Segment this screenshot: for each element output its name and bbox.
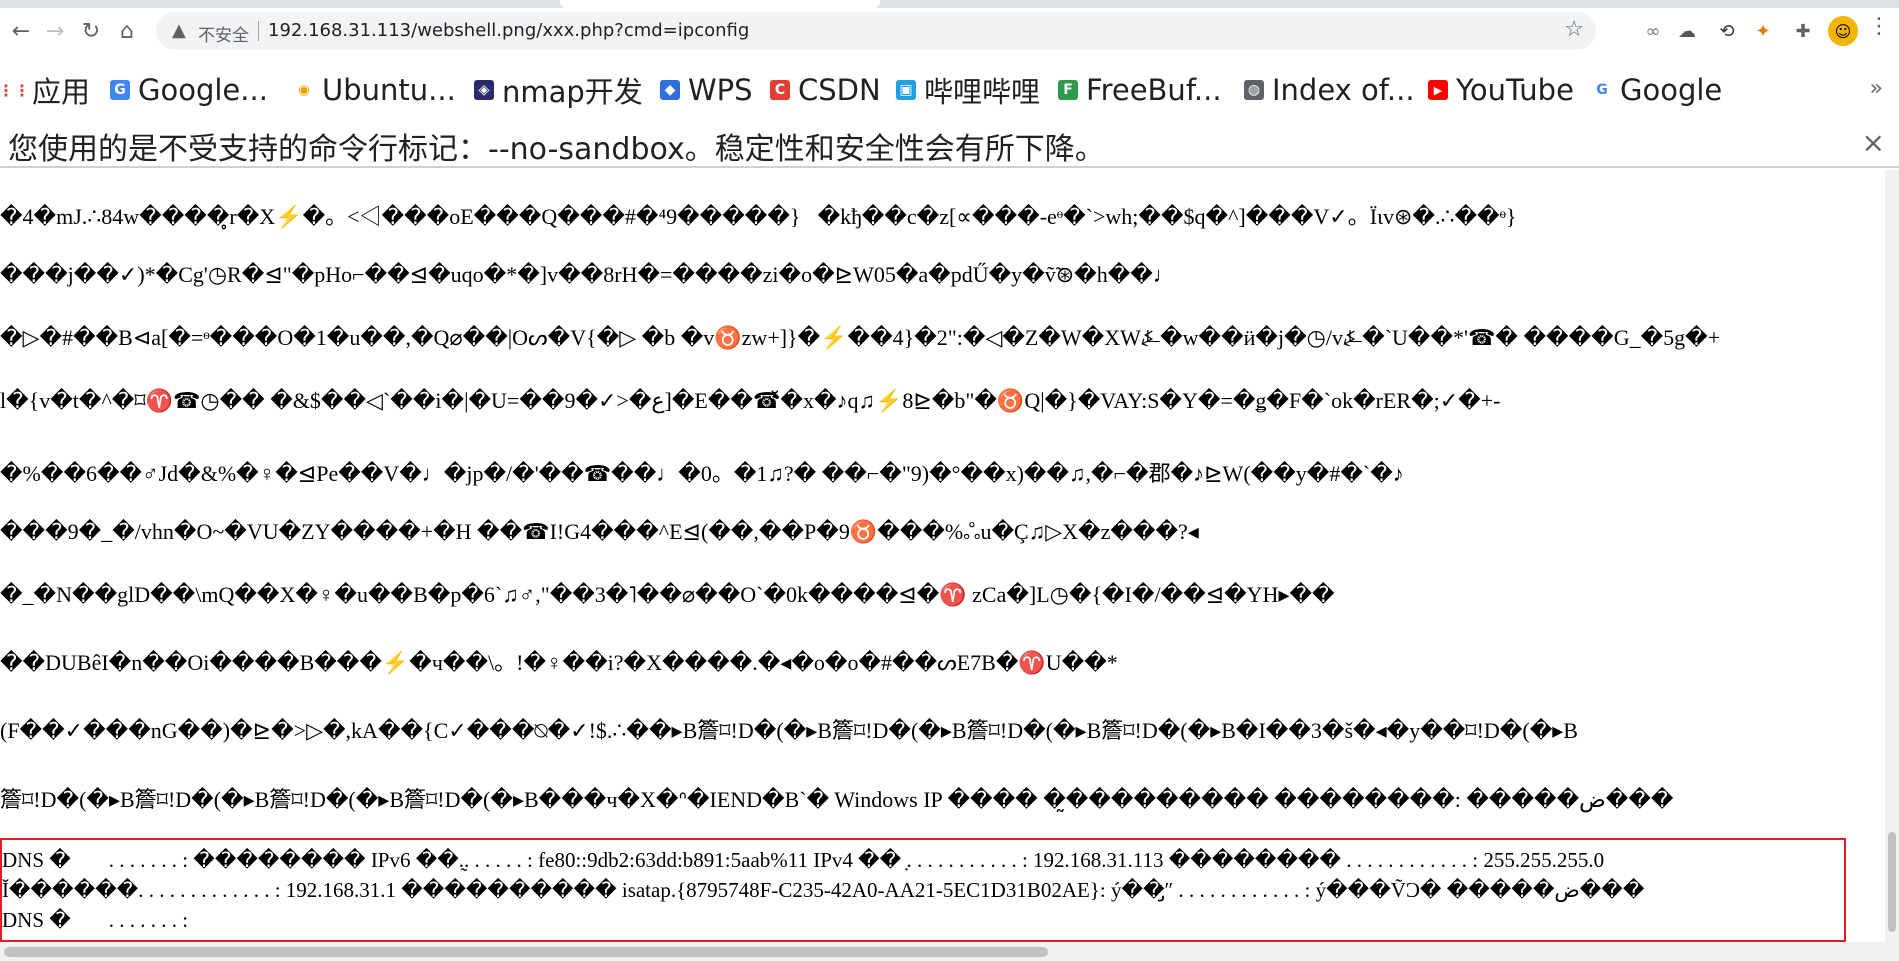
- garbled-output-line: �▷�#��B⊲a[�=ᶱ���O�1�u��,�Q⌀��|Oᔕ�V{�▷ �b…: [0, 325, 1721, 350]
- ipconfig-output-line: Ĭ������. . . . . . . . . . . . . : 192.1…: [2, 878, 1645, 902]
- forward-icon[interactable]: →: [38, 14, 72, 48]
- sandbox-warning-infobar: 您使用的是不受支持的命令行标记：--no-sandbox。稳定性和安全性会有所下…: [0, 122, 1899, 168]
- bookmark-label: YouTube: [1456, 73, 1574, 107]
- vertical-scrollbar[interactable]: [1885, 170, 1899, 942]
- extension-icon-2[interactable]: ☁: [1674, 18, 1700, 44]
- bookmark-label: 应用: [32, 75, 91, 109]
- reload-icon[interactable]: ↻: [74, 14, 108, 48]
- tab-strip: [0, 0, 1899, 8]
- bookmark-ubuntu[interactable]: ◉ Ubuntu...: [294, 72, 456, 108]
- back-icon[interactable]: ←: [4, 14, 38, 48]
- bookmark-label: CSDN: [798, 73, 881, 107]
- close-icon[interactable]: ×: [1862, 126, 1885, 159]
- home-icon[interactable]: ⌂: [110, 14, 144, 48]
- google-translate-icon: G: [110, 80, 130, 100]
- bookmark-star-icon[interactable]: ☆: [1564, 17, 1584, 42]
- garbled-output-line: �%��6��♂Jd�&%�♀�⊴Pe��V�♩�jp�/�'��☎��♩�0。…: [0, 461, 1404, 486]
- csdn-icon: C: [770, 80, 790, 100]
- more-bookmarks-chevron-icon[interactable]: »: [1870, 76, 1883, 101]
- garbled-output-line: ���j��✓)*�Cg'◷R�⊴"�pHo⌐��⊴�uqo�*�]v��8rH…: [0, 262, 1175, 287]
- infobar-message: 您使用的是不受支持的命令行标记：--no-sandbox。稳定性和安全性会有所下…: [8, 132, 1105, 167]
- ipconfig-highlight-box: DNS ��⃝ . . . . . . . : �������� IPv6 ��…: [0, 838, 1846, 942]
- address-bar[interactable]: ▲ 不安全 192.168.31.113/webshell.png/xxx.ph…: [156, 12, 1596, 50]
- bookmark-nmap[interactable]: ◈ nmap开发: [474, 72, 643, 109]
- bookmark-google[interactable]: G Google: [1592, 72, 1722, 108]
- bookmark-freebuf[interactable]: F FreeBuf...: [1058, 72, 1222, 108]
- garbled-output-line: 簷⌑!D�(�▸B簷⌑!D�(�▸B簷⌑!D�(�▸B簷⌑!D�(�▸B���ч…: [0, 787, 1674, 812]
- bookmark-label: Google: [1620, 73, 1723, 107]
- horizontal-scrollbar[interactable]: [0, 942, 1899, 961]
- bookmark-google-translate[interactable]: G Google...: [110, 72, 268, 108]
- garbled-output-line: (F��✓���nG��)�⊵�>▷�,kA��{C✓���⍉�✓!$.∴��▸…: [0, 718, 1578, 743]
- bookmark-apps[interactable]: ⋮⋮ 应用: [0, 72, 91, 109]
- bookmark-csdn[interactable]: C CSDN: [770, 72, 881, 108]
- garbled-output-line: ��DUBêI�n��Oi����B���⚡�ч��\。!�♀��i?�X���…: [0, 650, 1118, 675]
- garbled-output-line: l�{v�t�^�⌑♈☎◷�� �&$��◁`��i�|�U=��9�✓>�ع]…: [0, 388, 1501, 413]
- apps-grid-icon: ⋮⋮: [0, 80, 30, 100]
- bookmark-label: FreeBuf...: [1086, 73, 1222, 107]
- bookmark-label: WPS: [688, 73, 753, 107]
- browser-toolbar: ← → ↻ ⌂ ▲ 不安全 192.168.31.113/webshell.pn…: [0, 0, 1899, 60]
- bookmark-label: Ubuntu...: [322, 73, 456, 107]
- extension-icon-4[interactable]: ✦: [1750, 18, 1776, 44]
- bilibili-tv-icon: ▣: [896, 80, 916, 100]
- bookmark-youtube[interactable]: ▶ YouTube: [1428, 72, 1574, 108]
- horizontal-scrollbar-thumb[interactable]: [4, 947, 1048, 957]
- extensions-puzzle-icon[interactable]: ✚: [1790, 18, 1816, 44]
- bookmark-label: Google...: [138, 73, 268, 107]
- youtube-play-icon: ▶: [1428, 80, 1448, 100]
- bookmark-label: Index of...: [1272, 73, 1415, 107]
- extension-icon-1[interactable]: ∞: [1640, 18, 1666, 44]
- address-divider: [258, 21, 259, 41]
- globe-icon: ◍: [1244, 80, 1264, 100]
- insecure-label[interactable]: 不安全: [198, 21, 249, 46]
- page-content: �4�mJ.∴84w����̥r�X⚡�。<◁���oE���Q���#�⁴9�…: [0, 170, 1885, 942]
- bookmark-bilibili[interactable]: ▣ 哔哩哔哩: [896, 72, 1041, 109]
- ubuntu-icon: ◉: [297, 82, 311, 98]
- ipconfig-output-line: DNS ��⃝ . . . . . . . :: [2, 908, 189, 932]
- garbled-output-line: �4�mJ.∴84w����̥r�X⚡�。<◁���oE���Q���#�⁴9�…: [0, 204, 1517, 229]
- ipconfig-output-line: DNS ��⃝ . . . . . . . : �������� IPv6 ��…: [2, 848, 1605, 872]
- security-warning-icon[interactable]: ▲: [172, 20, 186, 41]
- bookmark-label: nmap开发: [502, 75, 643, 109]
- vertical-scrollbar-thumb[interactable]: [1888, 832, 1896, 932]
- freebuf-icon: F: [1058, 80, 1078, 100]
- active-tab[interactable]: [560, 0, 880, 8]
- bookmark-label: 哔哩哔哩: [924, 75, 1041, 109]
- google-g-icon: G: [1596, 82, 1608, 98]
- profile-avatar-icon[interactable]: ☺: [1828, 16, 1858, 46]
- garbled-output-line: ���9�_�/vhn�O~�VU�ZY����+�H ��☎I!G4���^E…: [0, 519, 1199, 544]
- browser-menu-icon[interactable]: ⋮: [1868, 14, 1890, 39]
- url-text[interactable]: 192.168.31.113/webshell.png/xxx.php?cmd=…: [268, 20, 749, 41]
- wps-icon: ◆: [660, 80, 680, 100]
- nmap-eye-icon: ◈: [474, 80, 494, 100]
- bookmark-wps[interactable]: ◆ WPS: [660, 72, 753, 108]
- bookmarks-bar: ⋮⋮ 应用 G Google... ◉ Ubuntu... ◈ nmap开发 ◆…: [0, 60, 1899, 123]
- bookmark-index-of[interactable]: ◍ Index of...: [1244, 72, 1415, 108]
- garbled-output-line: �_�N��glD��\mQ��X�♀�u��B�p�6`♫♂,"��3�˥��…: [0, 582, 1335, 607]
- extension-icon-3[interactable]: ⟲: [1714, 18, 1740, 44]
